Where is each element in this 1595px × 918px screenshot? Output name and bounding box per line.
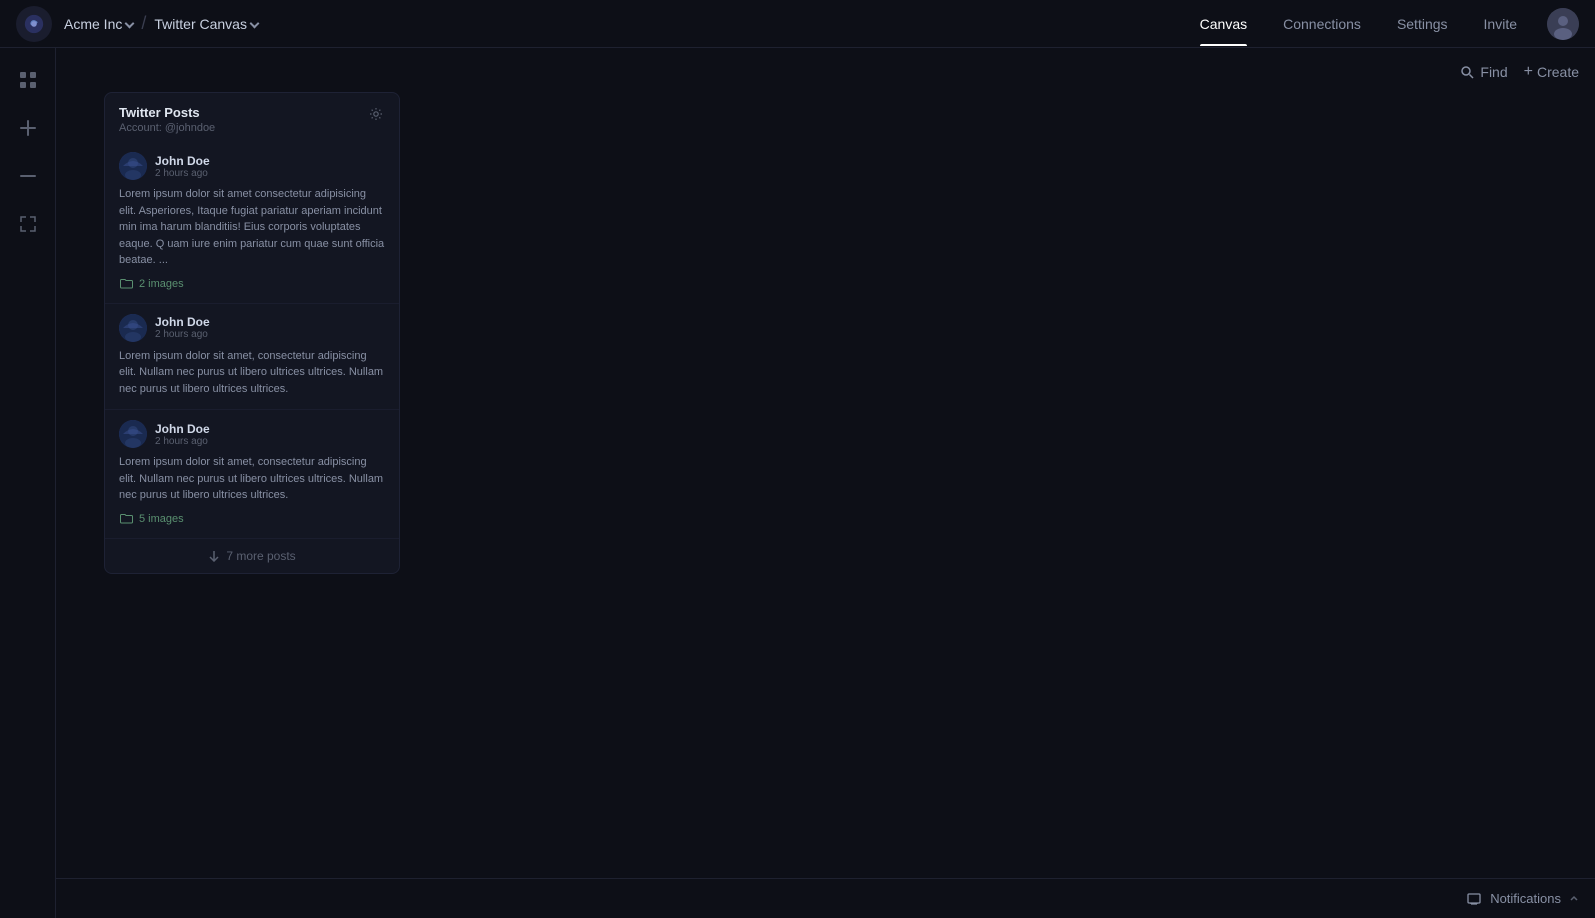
post-images-count: 2 images (119, 277, 385, 291)
find-label: Find (1480, 64, 1507, 80)
post-time: 2 hours ago (155, 329, 385, 340)
canvas-toolbar: Find + Create (1460, 64, 1579, 80)
brand-chevron-icon (125, 18, 135, 28)
more-posts-button[interactable]: 7 more posts (105, 538, 399, 573)
post-author: John Doe (155, 154, 385, 168)
canvas-menu[interactable]: Twitter Canvas (154, 16, 258, 32)
topnav-right: Canvas Connections Settings Invite (1182, 2, 1579, 46)
add-icon[interactable] (12, 112, 44, 144)
post-author: John Doe (155, 315, 385, 329)
post-time: 2 hours ago (155, 168, 385, 179)
canvas-area: Find + Create Twitter Posts Account: @jo… (56, 48, 1595, 918)
post-meta: John Doe 2 hours ago (155, 315, 385, 340)
create-button[interactable]: + Create (1524, 64, 1579, 80)
widget-settings-icon[interactable] (367, 105, 385, 123)
expand-icon[interactable] (12, 208, 44, 240)
post-text: Lorem ipsum dolor sit amet, consectetur … (119, 454, 385, 504)
post-header: John Doe 2 hours ago (119, 420, 385, 448)
invite-button[interactable]: Invite (1466, 2, 1535, 46)
post-avatar (119, 420, 147, 448)
notifications-bar: Notifications (56, 878, 1595, 918)
notifications-chevron-icon[interactable] (1569, 890, 1579, 908)
find-button[interactable]: Find (1460, 64, 1507, 80)
nav-connections[interactable]: Connections (1265, 2, 1379, 46)
post-author: John Doe (155, 422, 385, 436)
notifications-label: Notifications (1490, 891, 1561, 906)
nav-canvas[interactable]: Canvas (1182, 2, 1265, 46)
post-text: Lorem ipsum dolor sit amet consectetur a… (119, 186, 385, 269)
twitter-posts-widget: Twitter Posts Account: @johndoe (104, 92, 400, 574)
more-posts-label: 7 more posts (226, 549, 295, 563)
notification-icon (1466, 891, 1482, 907)
widget-account: Account: @johndoe (119, 122, 215, 134)
post-avatar (119, 152, 147, 180)
post-avatar (119, 314, 147, 342)
minus-icon[interactable] (12, 160, 44, 192)
user-avatar[interactable] (1547, 8, 1579, 40)
post-header: John Doe 2 hours ago (119, 314, 385, 342)
post-images-count: 5 images (119, 512, 385, 526)
nav-separator: / (141, 13, 146, 34)
post-meta: John Doe 2 hours ago (155, 422, 385, 447)
create-plus-icon: + (1524, 64, 1533, 80)
post-item: John Doe 2 hours ago Lorem ipsum dolor s… (105, 409, 399, 538)
brand-label: Acme Inc (64, 16, 122, 32)
folder-icon (119, 512, 133, 526)
app-logo[interactable] (16, 6, 52, 42)
left-sidebar (0, 48, 56, 918)
widget-scroll-container[interactable]: John Doe 2 hours ago Lorem ipsum dolor s… (105, 142, 399, 538)
nav-settings[interactable]: Settings (1379, 2, 1466, 46)
folder-icon (119, 277, 133, 291)
post-header: John Doe 2 hours ago (119, 152, 385, 180)
post-meta: John Doe 2 hours ago (155, 154, 385, 179)
widget-title: Twitter Posts (119, 105, 215, 120)
brand-menu[interactable]: Acme Inc (64, 16, 133, 32)
canvas-title-label: Twitter Canvas (154, 16, 247, 32)
widget-title-section: Twitter Posts Account: @johndoe (119, 105, 215, 134)
post-time: 2 hours ago (155, 436, 385, 447)
topnav: Acme Inc / Twitter Canvas Canvas Connect… (0, 0, 1595, 48)
post-item: John Doe 2 hours ago Lorem ipsum dolor s… (105, 142, 399, 303)
canvas-chevron-icon (250, 18, 260, 28)
create-label: Create (1537, 64, 1579, 80)
notifications-content: Notifications (1466, 890, 1579, 908)
grid-icon[interactable] (12, 64, 44, 96)
post-text: Lorem ipsum dolor sit amet, consectetur … (119, 348, 385, 398)
widget-header: Twitter Posts Account: @johndoe (105, 93, 399, 142)
post-item: John Doe 2 hours ago Lorem ipsum dolor s… (105, 303, 399, 410)
arrow-down-icon (208, 550, 220, 562)
